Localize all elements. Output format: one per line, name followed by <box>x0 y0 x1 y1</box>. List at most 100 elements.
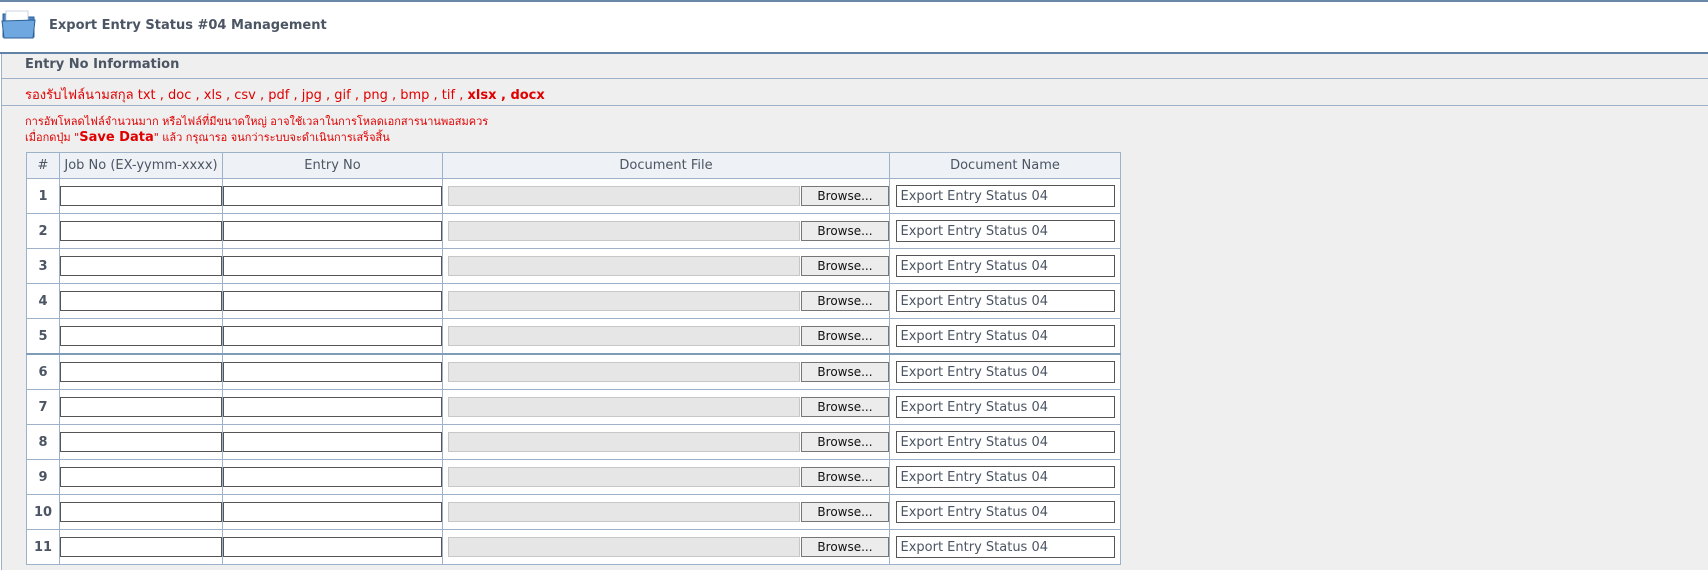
file-path-field[interactable] <box>448 432 800 452</box>
document-file-cell: Browse... <box>442 213 890 249</box>
entry-no-cell <box>222 353 443 390</box>
row-number: 2 <box>26 213 60 249</box>
job-no-input[interactable] <box>60 397 222 418</box>
browse-button[interactable]: Browse... <box>801 221 889 241</box>
document-name-input[interactable] <box>895 325 1115 348</box>
browse-button[interactable]: Browse... <box>801 397 889 417</box>
browse-button[interactable]: Browse... <box>801 186 889 206</box>
browse-button[interactable]: Browse... <box>801 291 889 311</box>
document-file-cell: Browse... <box>442 424 890 460</box>
file-path-field[interactable] <box>448 326 800 346</box>
notice-line-2: เมื่อกดปุ่ม "Save Data" แล้ว กรุณารอ จนก… <box>25 128 390 146</box>
job-no-input[interactable] <box>60 186 222 207</box>
entry-no-input[interactable] <box>223 291 442 312</box>
file-upload: Browse... <box>448 291 889 311</box>
folder-icon <box>1 10 36 39</box>
entry-no-input[interactable] <box>223 432 442 453</box>
entry-no-cell <box>222 283 443 319</box>
document-name-cell <box>889 178 1121 214</box>
col-header-index: # <box>26 152 60 179</box>
document-name-cell <box>889 283 1121 319</box>
file-upload: Browse... <box>448 221 889 241</box>
job-no-cell <box>59 459 223 495</box>
document-file-cell: Browse... <box>442 178 890 214</box>
document-name-input[interactable] <box>895 290 1115 313</box>
file-upload: Browse... <box>448 467 889 487</box>
browse-button[interactable]: Browse... <box>801 326 889 346</box>
document-name-cell <box>889 459 1121 495</box>
job-no-input[interactable] <box>60 291 222 312</box>
entry-no-cell <box>222 178 443 214</box>
entry-no-input[interactable] <box>223 467 442 488</box>
file-path-field[interactable] <box>448 362 800 382</box>
file-upload: Browse... <box>448 186 889 206</box>
row-number: 5 <box>26 318 60 355</box>
document-name-input[interactable] <box>895 501 1115 524</box>
job-no-cell <box>59 353 223 390</box>
entry-no-cell <box>222 213 443 249</box>
entry-no-cell <box>222 529 443 565</box>
entry-no-input[interactable] <box>223 326 442 347</box>
browse-button[interactable]: Browse... <box>801 537 889 557</box>
browse-button[interactable]: Browse... <box>801 502 889 522</box>
job-no-input[interactable] <box>60 432 222 453</box>
browse-button[interactable]: Browse... <box>801 256 889 276</box>
file-path-field[interactable] <box>448 467 800 487</box>
file-upload: Browse... <box>448 362 889 382</box>
document-name-input[interactable] <box>895 185 1115 208</box>
document-file-cell: Browse... <box>442 529 890 565</box>
job-no-input[interactable] <box>60 502 222 523</box>
browse-button[interactable]: Browse... <box>801 467 889 487</box>
job-no-cell <box>59 529 223 565</box>
file-path-field[interactable] <box>448 397 800 417</box>
notice-line-2-prefix: เมื่อกดปุ่ม " <box>25 131 80 144</box>
browse-button[interactable]: Browse... <box>801 432 889 452</box>
job-no-input[interactable] <box>60 537 222 558</box>
job-no-cell <box>59 283 223 319</box>
entry-no-input[interactable] <box>223 256 442 277</box>
table-header-row: # Job No (EX-yymm-xxxx) Entry No Documen… <box>26 152 1121 179</box>
entry-no-input[interactable] <box>223 502 442 523</box>
entry-no-cell <box>222 494 443 530</box>
file-upload: Browse... <box>448 397 889 417</box>
row-number: 11 <box>26 529 60 565</box>
browse-button[interactable]: Browse... <box>801 362 889 382</box>
document-name-input[interactable] <box>895 361 1115 384</box>
file-upload: Browse... <box>448 256 889 276</box>
job-no-cell <box>59 424 223 460</box>
entry-no-input[interactable] <box>223 537 442 558</box>
document-name-cell <box>889 424 1121 460</box>
entry-no-input[interactable] <box>223 186 442 207</box>
file-path-field[interactable] <box>448 537 800 557</box>
document-name-input[interactable] <box>895 220 1115 243</box>
document-file-cell: Browse... <box>442 459 890 495</box>
main-panel: Entry No Information รองรับไฟล์นามสกุล t… <box>1 54 1708 570</box>
entry-no-cell <box>222 318 443 355</box>
job-no-input[interactable] <box>60 362 222 383</box>
file-path-field[interactable] <box>448 502 800 522</box>
file-path-field[interactable] <box>448 291 800 311</box>
document-name-input[interactable] <box>895 255 1115 278</box>
job-no-input[interactable] <box>60 256 222 277</box>
table-row: 7 Browse... <box>26 389 1121 425</box>
job-no-input[interactable] <box>60 221 222 242</box>
entry-no-input[interactable] <box>223 397 442 418</box>
entry-no-input[interactable] <box>223 362 442 383</box>
document-name-input[interactable] <box>895 431 1115 454</box>
job-no-input[interactable] <box>60 326 222 347</box>
document-name-input[interactable] <box>895 396 1115 419</box>
table-row: 10 Browse... <box>26 494 1121 530</box>
job-no-input[interactable] <box>60 467 222 488</box>
file-path-field[interactable] <box>448 221 800 241</box>
document-name-input[interactable] <box>895 536 1115 559</box>
row-number: 6 <box>26 353 60 390</box>
page-title: Export Entry Status #04 Management <box>49 18 327 33</box>
file-path-field[interactable] <box>448 186 800 206</box>
document-name-input[interactable] <box>895 466 1115 489</box>
job-no-cell <box>59 248 223 284</box>
row-number: 9 <box>26 459 60 495</box>
document-file-cell: Browse... <box>442 353 890 390</box>
page-header: Export Entry Status #04 Management <box>0 2 1708 54</box>
entry-no-input[interactable] <box>223 221 442 242</box>
file-path-field[interactable] <box>448 256 800 276</box>
